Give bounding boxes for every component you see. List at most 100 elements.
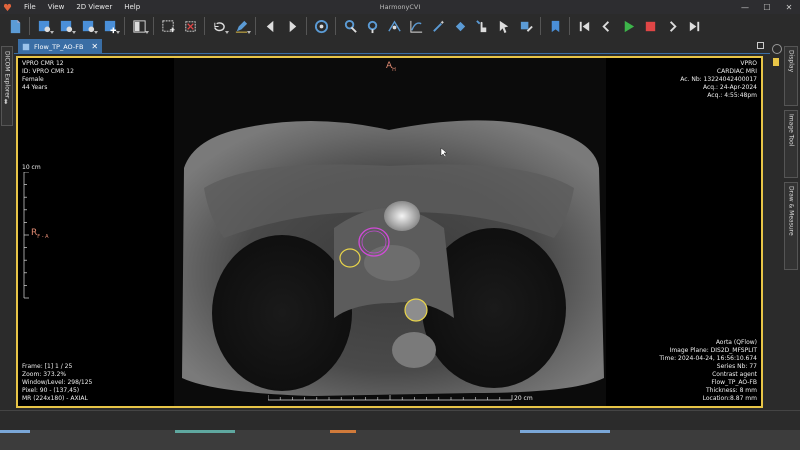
layout-add-button[interactable]: [99, 15, 121, 37]
image-tool-tab-label: Image Tool: [787, 114, 795, 147]
grid-layout-button[interactable]: [128, 15, 150, 37]
pulmonary-artery: [364, 245, 420, 281]
menu-help[interactable]: Help: [118, 3, 146, 11]
lung-right: [212, 235, 352, 391]
menu-2d-viewer[interactable]: 2D Viewer: [70, 3, 118, 11]
minimize-button[interactable]: —: [734, 0, 756, 14]
play-button[interactable]: [617, 15, 639, 37]
toolbar-separator: [153, 17, 154, 35]
toolbar-separator: [335, 17, 336, 35]
target-icon: [314, 19, 328, 33]
mri-image[interactable]: [174, 58, 606, 408]
pen-button[interactable]: [230, 15, 252, 37]
wand-button[interactable]: [427, 15, 449, 37]
curve-icon: [409, 20, 422, 33]
stop-icon: [645, 21, 655, 31]
series-info-overlay: Aorta (QFlow) Image Plane: DIS2D_MFSPLIT…: [659, 339, 757, 403]
target-button[interactable]: [310, 15, 332, 37]
patient-sex: Female: [22, 76, 44, 83]
curve-button[interactable]: [405, 15, 427, 37]
display-tab[interactable]: Display: [784, 46, 798, 106]
maximize-button[interactable]: ☐: [756, 0, 778, 14]
skip-last-icon: [689, 21, 699, 31]
matrix-info: MR (224x180) - AXIAL: [22, 395, 88, 402]
app-window: File View 2D Viewer Help HarmonyCVI — ☐ …: [0, 0, 800, 450]
crop-icon: [184, 20, 196, 32]
display-tab-label: Display: [787, 50, 795, 73]
draw-measure-tab-label: Draw & Measure: [787, 186, 795, 236]
layout-1-button[interactable]: [33, 15, 55, 37]
window-level-info: Window/Level: 298/125: [22, 379, 93, 386]
link-icon: [520, 21, 533, 32]
zoom-info: Zoom: 373.2%: [22, 371, 67, 378]
patient-name: VPRO CMR 12: [22, 60, 64, 67]
left-dock: DICOM Explorer ⬍: [0, 40, 14, 410]
step-forward-button[interactable]: [661, 15, 683, 37]
series-description: Aorta (QFlow): [715, 339, 757, 346]
patient-info-overlay: VPRO CMR 12 ID: VPRO CMR 12 Female 44 Ye…: [22, 60, 74, 92]
document-tab-strip: Flow_TP_AO-FB ✕: [14, 38, 770, 54]
paint-bucket-icon: [455, 21, 465, 31]
wand-icon: [432, 20, 444, 32]
previous-button[interactable]: [259, 15, 281, 37]
contour-button[interactable]: [383, 15, 405, 37]
dicom-explorer-label: DICOM Explorer: [3, 51, 11, 99]
step-back-button[interactable]: [595, 15, 617, 37]
bookmark-button[interactable]: [544, 15, 566, 37]
image-viewer[interactable]: AH RF - A VPRO CMR 12 ID: VPRO CMR 12 Fe…: [16, 56, 763, 408]
series-icon: [22, 43, 30, 50]
layout-3-button[interactable]: [77, 15, 99, 37]
acq-date: Acq.: 24-Apr-2024: [702, 84, 757, 91]
cursor-measure-icon: [499, 20, 508, 33]
menu-file[interactable]: File: [18, 3, 42, 11]
maximize-view-icon[interactable]: [757, 42, 764, 49]
tab-close-icon[interactable]: ✕: [91, 42, 98, 51]
study-info-overlay: VPRO CARDIAC MRI Ac. Nb: 13224042400017 …: [680, 60, 757, 100]
hand-pointer-icon: [475, 19, 486, 32]
dicom-explorer-tab[interactable]: DICOM Explorer: [1, 46, 13, 126]
menu-bar: File View 2D Viewer Help: [18, 3, 146, 11]
zoom-button[interactable]: [339, 15, 361, 37]
paint-bucket-button[interactable]: [449, 15, 471, 37]
horizontal-scale: [268, 395, 513, 401]
skip-last-button[interactable]: [683, 15, 705, 37]
image-tool-tab[interactable]: Image Tool: [784, 110, 798, 178]
slice-thickness: Thickness: 8 mm: [706, 387, 757, 394]
draw-measure-tab[interactable]: Draw & Measure: [784, 182, 798, 270]
progress-segment: [330, 430, 356, 433]
progress-segment: [520, 430, 610, 433]
app-logo-icon: [0, 0, 14, 14]
scale-bottom-label: 20 cm: [514, 395, 533, 402]
right-dock: Display Image Tool Draw & Measure: [770, 40, 800, 410]
orientation-top: AH: [386, 61, 396, 73]
orientation-top-sub: H: [392, 66, 396, 73]
note-icon[interactable]: [773, 58, 779, 66]
pin-icon[interactable]: ⬍: [3, 98, 9, 106]
menu-view[interactable]: View: [42, 3, 71, 11]
tab-flow-tp-ao-fb[interactable]: Flow_TP_AO-FB ✕: [18, 39, 103, 54]
next-button[interactable]: [281, 15, 303, 37]
cine-icon: [367, 20, 377, 33]
close-window-button[interactable]: ✕: [778, 0, 800, 14]
prev-icon: [266, 20, 273, 32]
acq-time: Acq.: 4:55:48pm: [707, 92, 757, 99]
skip-first-button[interactable]: [573, 15, 595, 37]
toolbar-separator: [204, 17, 205, 35]
layout-2-button[interactable]: [55, 15, 77, 37]
link-button[interactable]: [515, 15, 537, 37]
rotate-button[interactable]: [208, 15, 230, 37]
new-document-button[interactable]: [4, 15, 26, 37]
toolbar-separator: [540, 17, 541, 35]
cursor-measure-button[interactable]: [493, 15, 515, 37]
toolbar-separator: [569, 17, 570, 35]
crop-button[interactable]: [179, 15, 201, 37]
select-region-icon: [161, 19, 175, 32]
cine-button[interactable]: [361, 15, 383, 37]
hand-pointer-button[interactable]: [471, 15, 493, 37]
progress-segment: [175, 430, 235, 433]
vertebra: [392, 332, 436, 368]
stop-button[interactable]: [639, 15, 661, 37]
dock-options-icon[interactable]: [772, 44, 782, 54]
select-region-button[interactable]: [157, 15, 179, 37]
pixel-info: Pixel: 90 - (137,45): [22, 387, 80, 394]
